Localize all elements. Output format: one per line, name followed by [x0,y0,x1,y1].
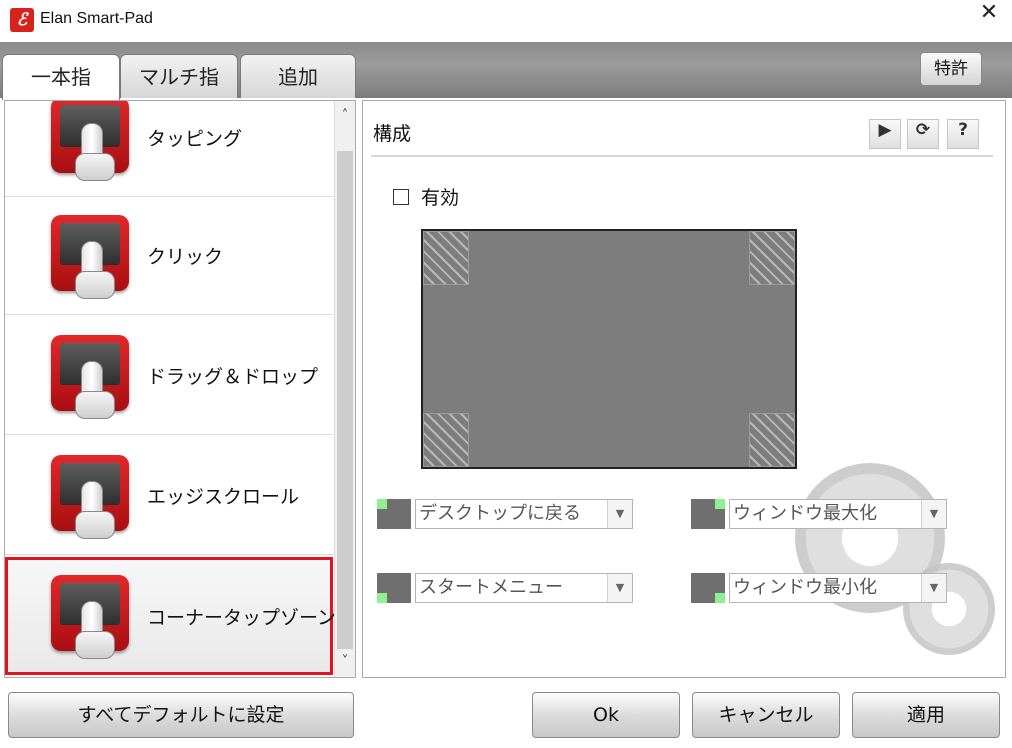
chevron-down-icon[interactable]: ▼ [921,574,946,602]
help-icon[interactable]: ? [947,119,979,149]
zone-bottom-left-row: スタートメニュー ▼ [377,573,633,603]
divider [371,155,993,157]
tab-additional[interactable]: 追加 [240,54,356,98]
corner-zone-bottom-right [749,413,795,467]
list-item-drag-drop[interactable]: ドラッグ＆ドロップ [5,317,333,435]
zone-bottom-left-indicator [377,573,411,603]
elan-logo-icon: ℰ [10,8,34,32]
list-scrollbar[interactable]: ˄ ˅ [334,101,355,677]
enable-checkbox[interactable] [393,188,409,205]
zone-top-left-select[interactable]: デスクトップに戻る ▼ [415,499,633,529]
list-item-click[interactable]: クリック [5,197,333,315]
window-title: Elan Smart-Pad [40,10,153,27]
list-item-corner-tap-zone[interactable]: コーナータップゾーン [5,557,337,675]
drag-drop-icon [51,335,129,419]
title-bar: ℰ Elan Smart-Pad ✕ [0,0,1012,42]
zone-bottom-left-select[interactable]: スタートメニュー ▼ [415,573,633,603]
corner-zone-top-left [423,231,469,285]
scroll-thumb[interactable] [337,151,353,649]
config-title: 構成 [373,123,412,145]
apply-button[interactable]: 適用 [852,692,1000,738]
zone-bottom-right-value: ウィンドウ最小化 [733,577,877,598]
list-item-edge-scroll[interactable]: エッジスクロール [5,437,333,555]
zone-top-right-value: ウィンドウ最大化 [733,503,877,524]
refresh-icon[interactable]: ⟳ [907,119,939,149]
zone-top-left-value: デスクトップに戻る [419,503,581,524]
patent-button[interactable]: 特許 [920,52,982,86]
zone-bottom-right-indicator [691,573,725,603]
list-item-label: タッピング [147,128,243,150]
list-item-label: エッジスクロール [147,486,300,508]
tab-strip: 一本指 マルチ指 追加 特許 [0,42,1012,100]
corner-tap-zone-icon [51,575,129,659]
play-icon[interactable]: ▶ [869,119,901,149]
scroll-down-icon[interactable]: ˅ [335,651,355,673]
list-item-label: コーナータップゾーン [147,606,337,629]
tapping-icon [51,101,129,181]
touchpad-diagram [421,229,797,469]
gesture-list-panel: タッピング クリック ドラッグ＆ドロップ エッジスクロール コーナータップゾーン… [4,100,356,678]
edge-scroll-icon [51,455,129,539]
tab-multi-finger[interactable]: マルチ指 [120,54,238,98]
zone-bottom-right-select[interactable]: ウィンドウ最小化 ▼ [729,573,947,603]
list-item-label: ドラッグ＆ドロップ [147,366,319,388]
gesture-list: タッピング クリック ドラッグ＆ドロップ エッジスクロール コーナータップゾーン [5,101,337,677]
chevron-down-icon[interactable]: ▼ [921,500,946,528]
scroll-up-icon[interactable]: ˄ [335,105,355,127]
cancel-button[interactable]: キャンセル [692,692,840,738]
ok-button[interactable]: Ok [532,692,680,738]
close-button[interactable]: ✕ [966,0,1012,42]
tab-one-finger[interactable]: 一本指 [2,54,120,100]
zone-top-right-indicator [691,499,725,529]
list-item-label: クリック [147,246,224,268]
click-icon [51,215,129,299]
chevron-down-icon[interactable]: ▼ [607,500,632,528]
zone-top-left-indicator [377,499,411,529]
corner-zone-top-right [749,231,795,285]
chevron-down-icon[interactable]: ▼ [607,574,632,602]
zone-bottom-left-value: スタートメニュー [419,577,563,598]
config-panel: 構成 ▶ ⟳ ? 有効 デスクトップに戻る ▼ ウィンドウ最大化 ▼ スタートメ… [362,100,1006,678]
enable-label: 有効 [421,187,460,209]
zone-bottom-right-row: ウィンドウ最小化 ▼ [691,573,947,603]
enable-option[interactable]: 有効 [393,183,459,210]
zone-top-right-row: ウィンドウ最大化 ▼ [691,499,947,529]
corner-zone-bottom-left [423,413,469,467]
list-item-tapping[interactable]: タッピング [5,101,333,197]
zone-top-right-select[interactable]: ウィンドウ最大化 ▼ [729,499,947,529]
set-all-default-button[interactable]: すべてデフォルトに設定 [8,692,354,738]
zone-top-left-row: デスクトップに戻る ▼ [377,499,633,529]
